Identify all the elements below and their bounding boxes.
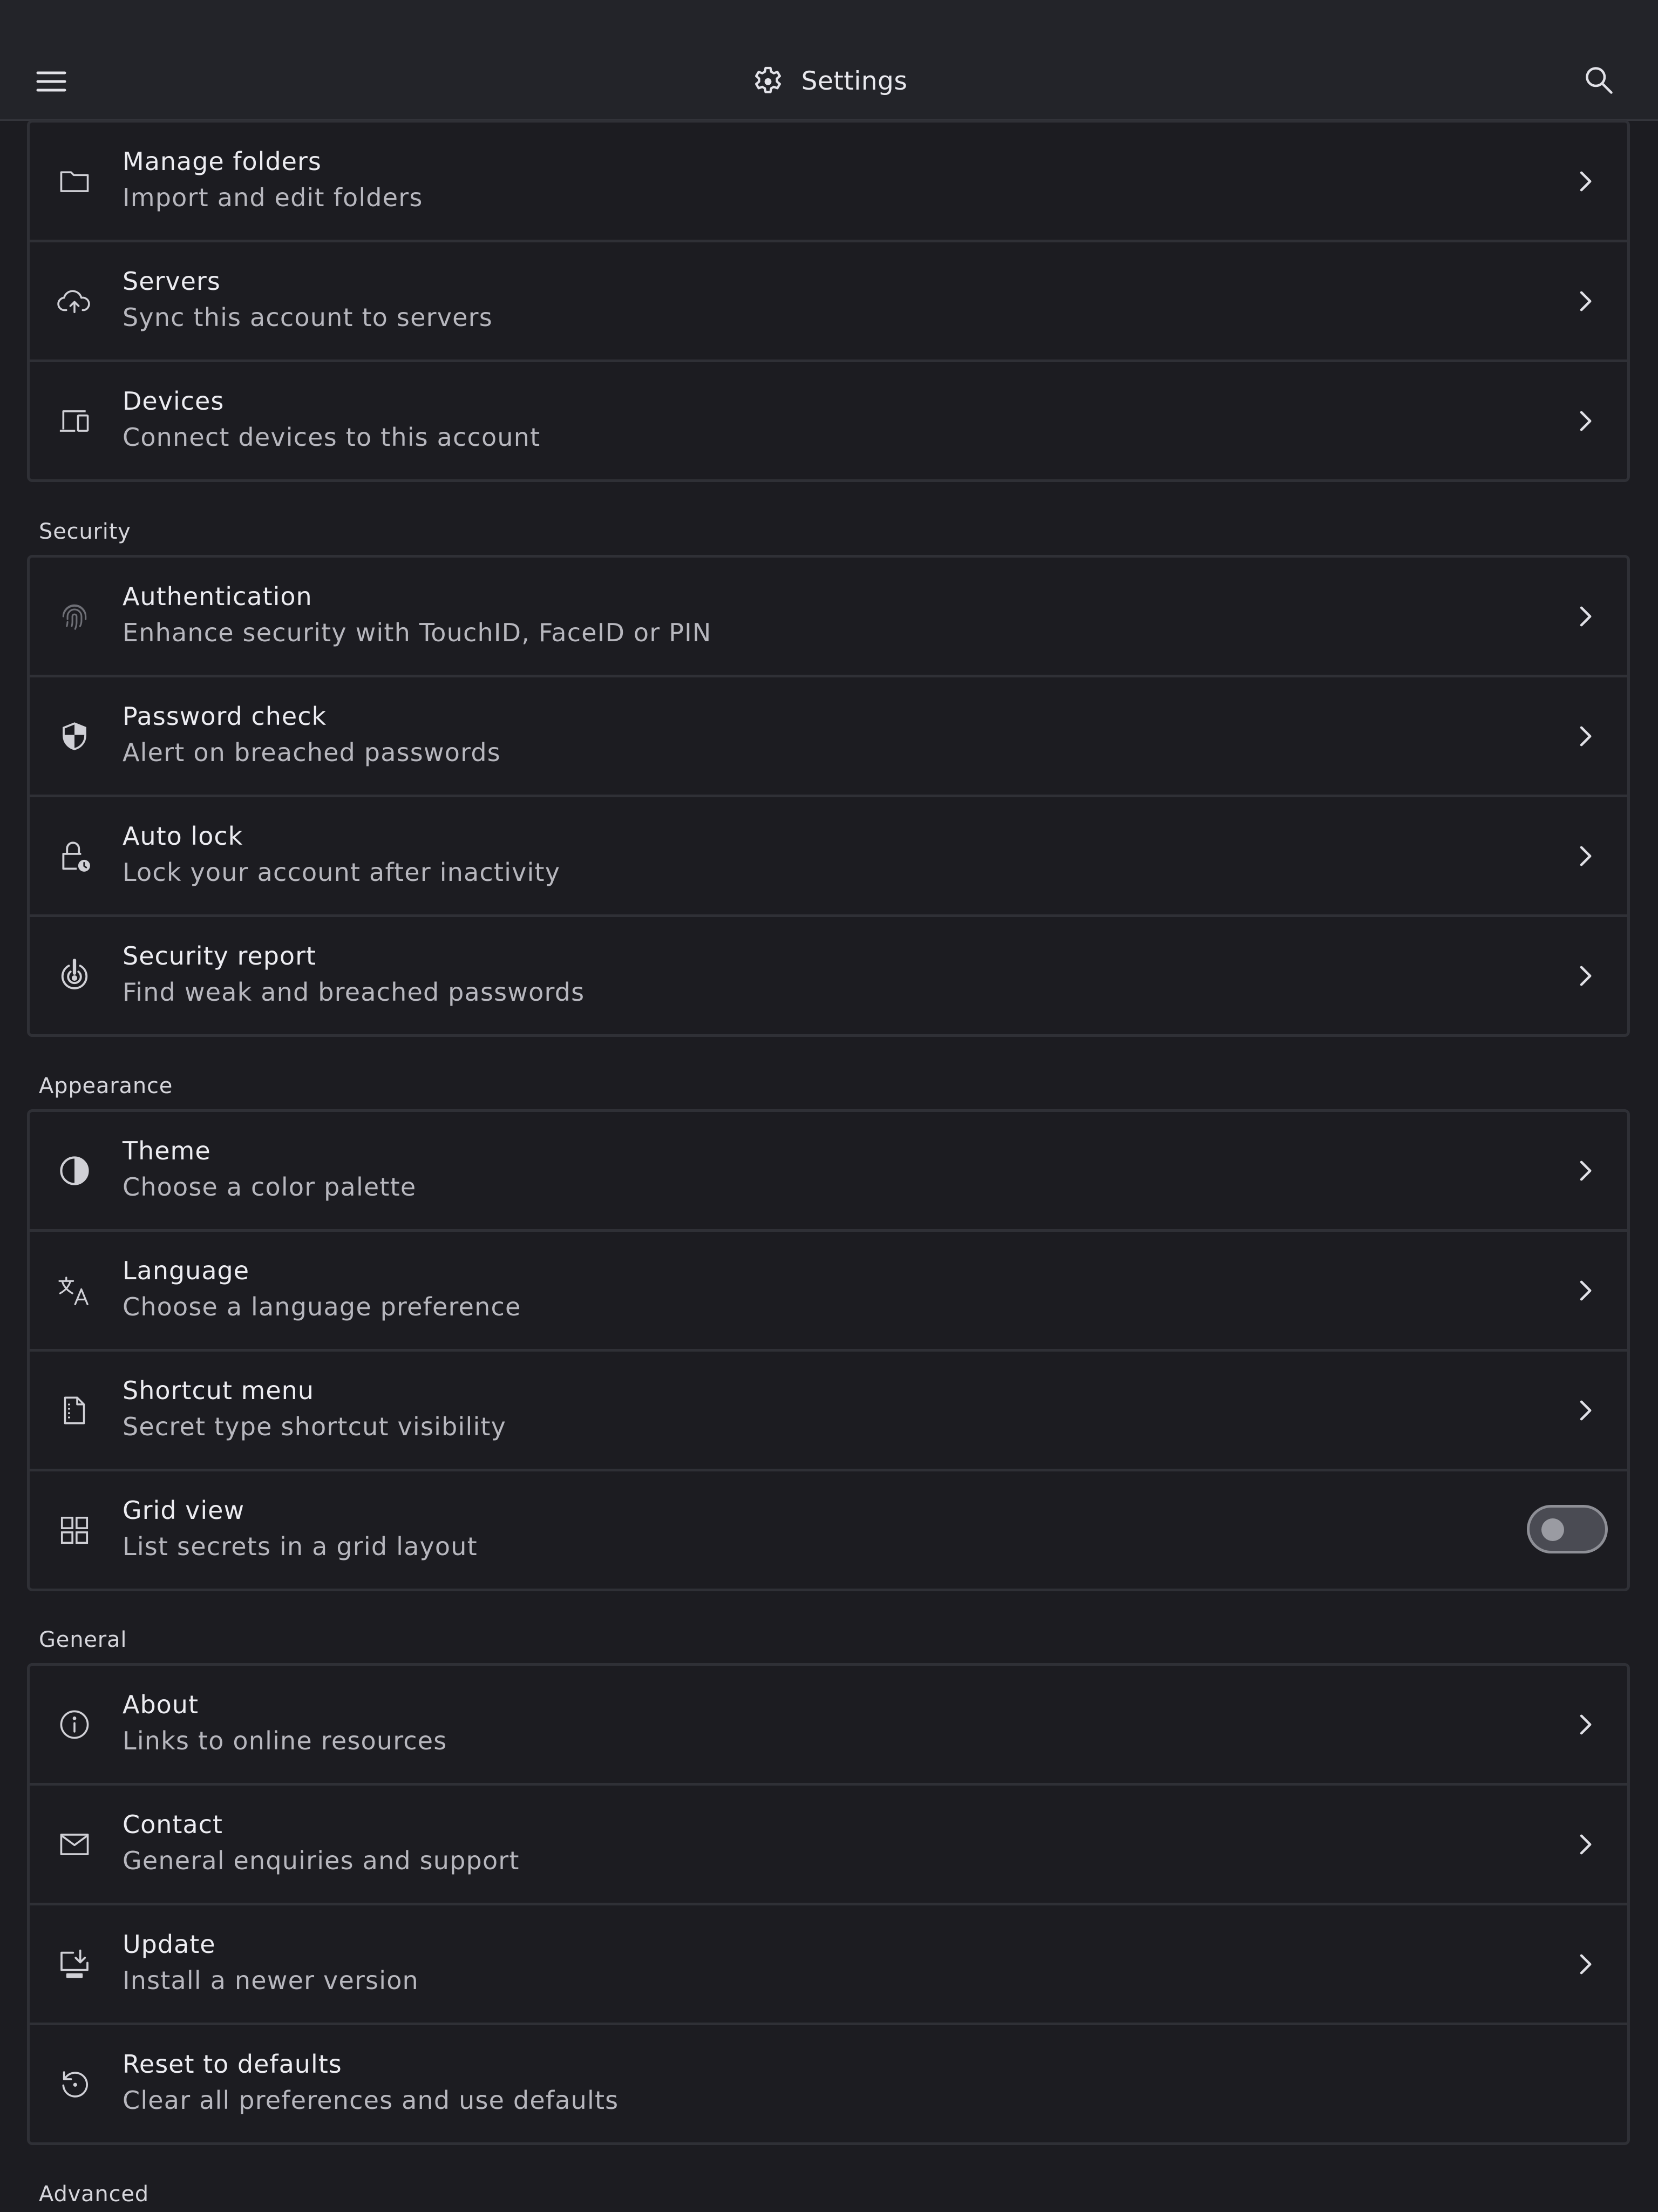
target-icon — [57, 958, 92, 994]
mail-icon — [57, 1827, 92, 1862]
download-monitor-icon — [57, 1946, 92, 1982]
fingerprint-icon — [57, 599, 92, 634]
section-title-appearance: Appearance — [39, 1074, 173, 1098]
item-description: Enhance security with TouchID, FaceID or… — [123, 618, 712, 647]
section-title-advanced: Advanced — [39, 2182, 149, 2207]
appearance-group: Theme Choose a color palette Language Ch… — [27, 1109, 1630, 1591]
security-group: Authentication Enhance security with Tou… — [27, 555, 1630, 1037]
item-description: List secrets in a grid layout — [123, 1532, 478, 1561]
item-description: Choose a color palette — [123, 1172, 417, 1202]
search-button[interactable] — [1580, 62, 1618, 99]
item-label: Servers — [123, 267, 221, 296]
chevron-right-icon — [1574, 1712, 1596, 1737]
settings-item-language[interactable]: Language Choose a language preference — [30, 1232, 1627, 1352]
account-group: Manage folders Import and edit folders S… — [27, 120, 1630, 482]
chevron-right-icon — [1574, 169, 1596, 194]
item-description: Sync this account to servers — [123, 303, 493, 332]
settings-item-contact[interactable]: Contact General enquiries and support — [30, 1786, 1627, 1905]
gear-icon — [751, 64, 785, 98]
chevron-right-icon — [1574, 1278, 1596, 1303]
item-label: Grid view — [123, 1496, 245, 1525]
item-description: Choose a language preference — [123, 1292, 521, 1321]
shield-icon — [57, 718, 92, 754]
item-label: Devices — [123, 386, 225, 416]
settings-item-grid-view[interactable]: Grid view List secrets in a grid layout — [30, 1471, 1627, 1589]
settings-item-password-check[interactable]: Password check Alert on breached passwor… — [30, 677, 1627, 797]
app-bar: Settings — [0, 0, 1658, 121]
item-description: Import and edit folders — [123, 183, 423, 212]
settings-item-devices[interactable]: Devices Connect devices to this account — [30, 362, 1627, 479]
dashed-file-icon — [57, 1393, 92, 1428]
item-label: Password check — [123, 702, 327, 731]
item-label: Shortcut menu — [123, 1376, 314, 1405]
settings-item-authentication[interactable]: Authentication Enhance security with Tou… — [30, 558, 1627, 677]
item-label: Security report — [123, 941, 317, 971]
reset-icon — [57, 2066, 92, 2102]
settings-item-security-report[interactable]: Security report Find weak and breached p… — [30, 917, 1627, 1034]
item-label: Theme — [123, 1136, 211, 1165]
settings-item-auto-lock[interactable]: Auto lock Lock your account after inacti… — [30, 797, 1627, 917]
chevron-right-icon — [1574, 844, 1596, 868]
toggle-knob — [1541, 1518, 1564, 1541]
folder-icon — [57, 164, 92, 199]
contrast-icon — [57, 1153, 92, 1189]
grid-icon — [57, 1512, 92, 1548]
general-group: About Links to online resources Contact … — [27, 1663, 1630, 2145]
section-title-security: Security — [39, 519, 131, 544]
chevron-right-icon — [1574, 1158, 1596, 1183]
info-icon — [57, 1707, 92, 1742]
settings-item-theme[interactable]: Theme Choose a color palette — [30, 1112, 1627, 1232]
item-label: Contact — [123, 1810, 223, 1839]
item-description: Lock your account after inactivity — [123, 858, 561, 887]
translate-icon — [57, 1273, 92, 1308]
item-description: General enquiries and support — [123, 1846, 520, 1875]
chevron-right-icon — [1574, 289, 1596, 314]
item-description: Alert on breached passwords — [123, 738, 501, 767]
item-label: Language — [123, 1256, 250, 1285]
settings-item-servers[interactable]: Servers Sync this account to servers — [30, 242, 1627, 362]
item-description: Install a newer version — [123, 1966, 419, 1995]
item-description: Clear all preferences and use defaults — [123, 2086, 619, 2115]
lock-clock-icon — [57, 838, 92, 874]
item-description: Links to online resources — [123, 1726, 447, 1755]
app-title: Settings — [0, 59, 1658, 103]
settings-item-about[interactable]: About Links to online resources — [30, 1666, 1627, 1786]
item-label: Update — [123, 1930, 216, 1959]
settings-item-reset-defaults[interactable]: Reset to defaults Clear all preferences … — [30, 2025, 1627, 2142]
item-label: Reset to defaults — [123, 2050, 342, 2079]
chevron-right-icon — [1574, 1398, 1596, 1423]
chevron-right-icon — [1574, 724, 1596, 749]
devices-icon — [57, 403, 92, 439]
settings-item-update[interactable]: Update Install a newer version — [30, 1905, 1627, 2025]
item-label: About — [123, 1690, 199, 1719]
search-icon — [1583, 64, 1615, 97]
item-label: Authentication — [123, 582, 312, 611]
item-label: Manage folders — [123, 147, 322, 176]
item-description: Connect devices to this account — [123, 423, 541, 452]
chevron-right-icon — [1574, 604, 1596, 629]
chevron-right-icon — [1574, 1832, 1596, 1857]
chevron-right-icon — [1574, 963, 1596, 988]
section-title-general: General — [39, 1627, 127, 1652]
item-description: Secret type shortcut visibility — [123, 1412, 507, 1441]
chevron-right-icon — [1574, 409, 1596, 433]
settings-item-shortcut-menu[interactable]: Shortcut menu Secret type shortcut visib… — [30, 1352, 1627, 1471]
cloud-upload-icon — [57, 283, 92, 319]
item-label: Auto lock — [123, 822, 243, 851]
settings-item-manage-folders[interactable]: Manage folders Import and edit folders — [30, 123, 1627, 242]
chevron-right-icon — [1574, 1952, 1596, 1977]
item-description: Find weak and breached passwords — [123, 978, 585, 1007]
grid-view-toggle[interactable] — [1527, 1505, 1608, 1553]
page-title: Settings — [801, 66, 908, 96]
